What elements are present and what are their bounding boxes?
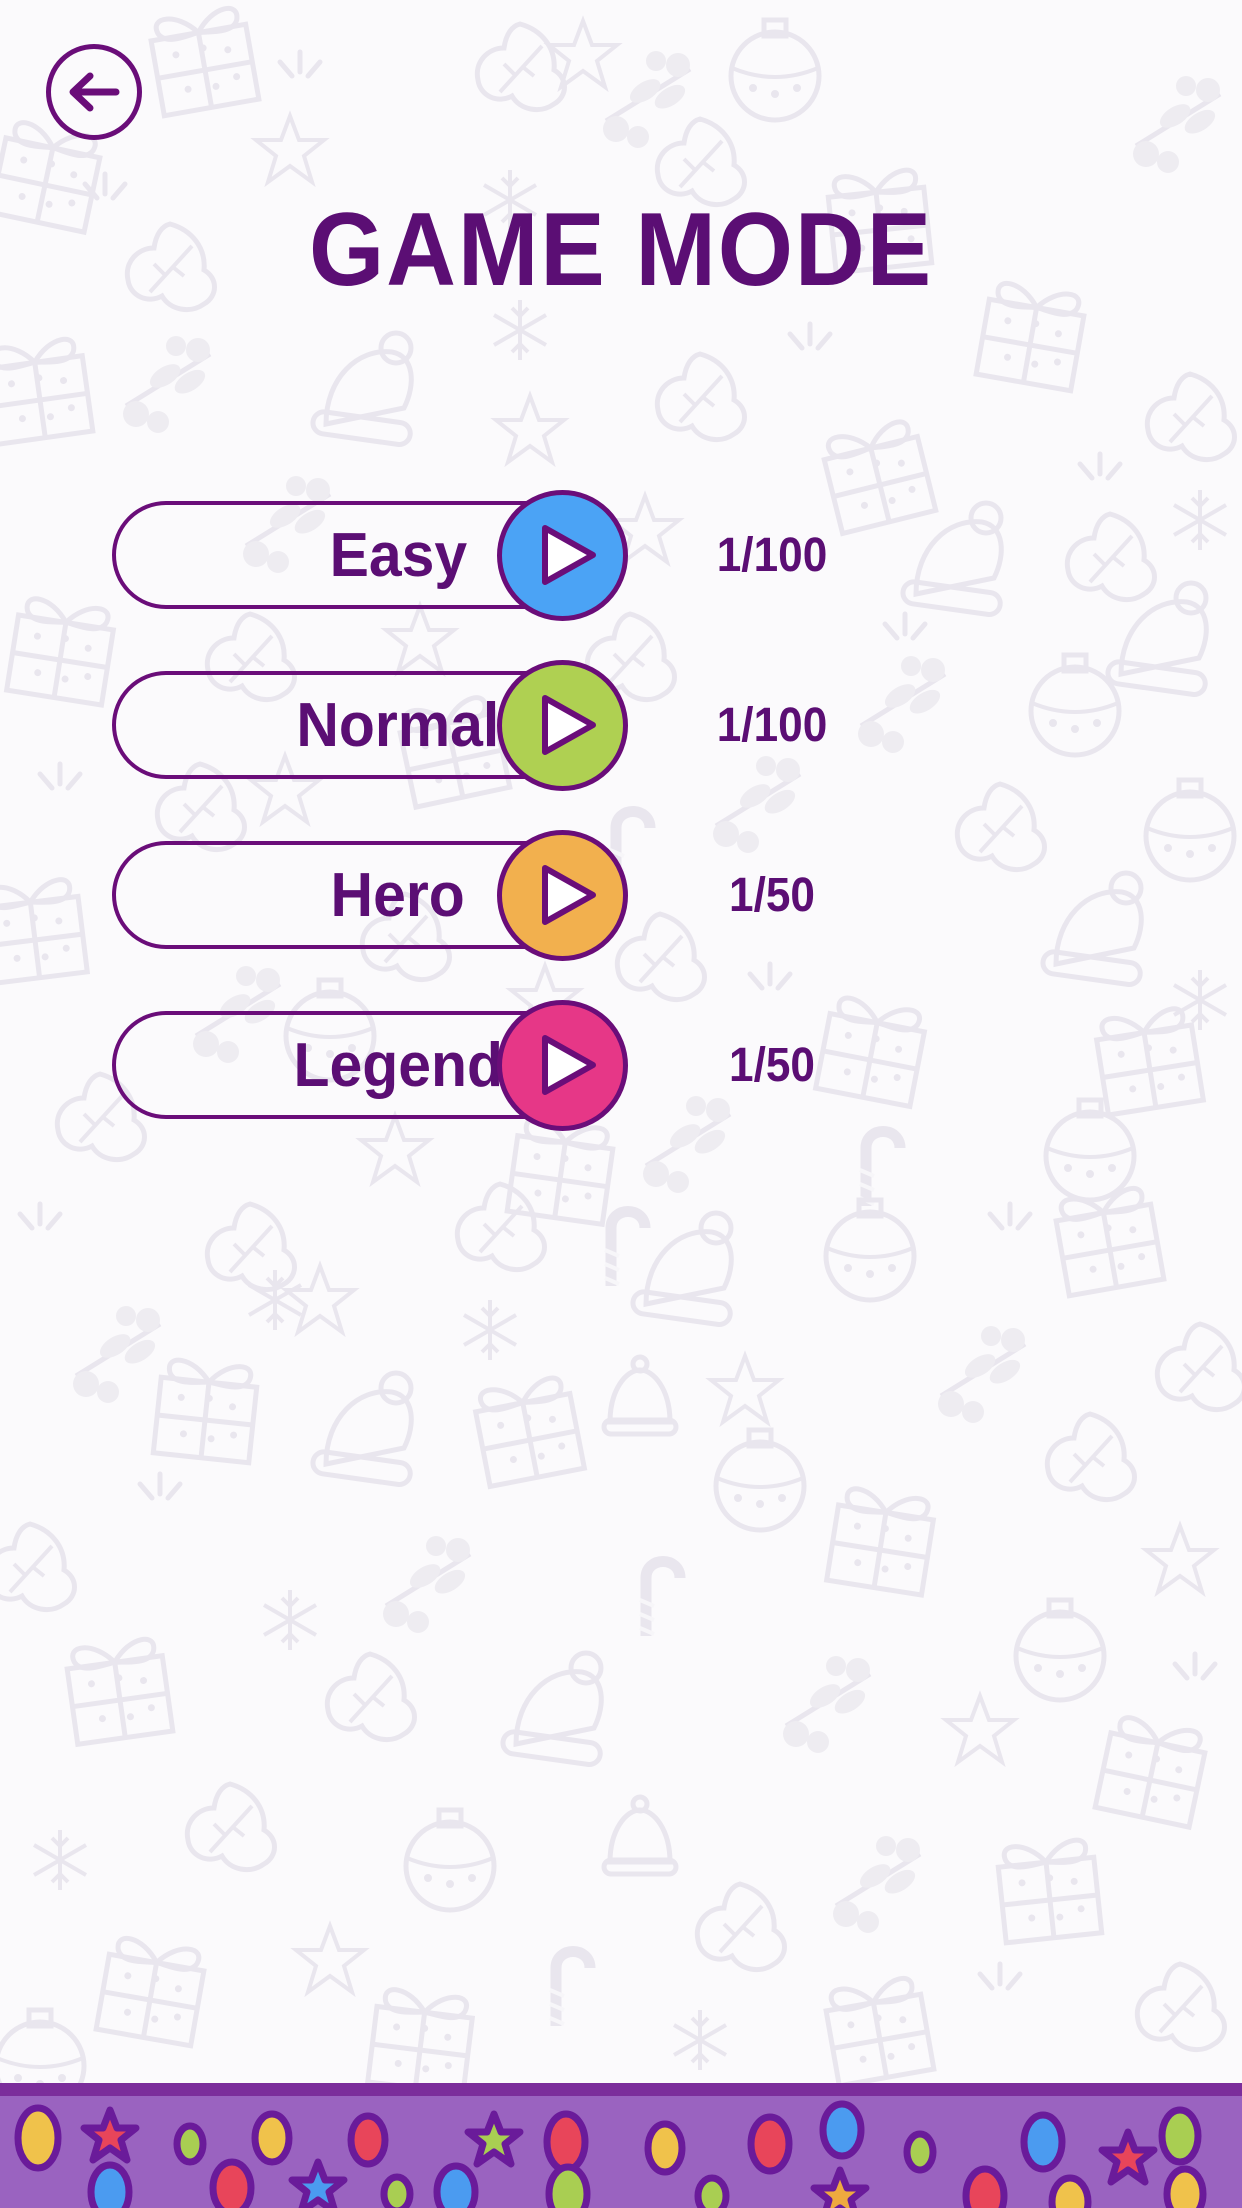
mode-label: Hero xyxy=(330,860,466,930)
play-button-normal[interactable] xyxy=(497,659,628,791)
mode-count: 1/50 xyxy=(729,1038,815,1092)
game-mode-list: Easy 1/100 Normal 1/100 Hero 1/50 Legend… xyxy=(0,470,1242,1150)
mode-label: Easy xyxy=(329,520,467,590)
play-icon xyxy=(541,865,596,925)
mode-count: 1/50 xyxy=(729,868,815,922)
back-button[interactable] xyxy=(46,44,142,140)
game-mode-screen: GAME MODE Easy 1/100 Normal 1/100 Hero 1… xyxy=(0,0,1242,2208)
mode-label: Normal xyxy=(296,690,500,760)
play-button-easy[interactable] xyxy=(497,489,628,621)
mode-row-easy: Easy 1/100 xyxy=(0,470,1242,640)
mode-count: 1/100 xyxy=(716,528,828,582)
play-icon xyxy=(541,695,596,755)
back-arrow-icon xyxy=(69,72,120,112)
play-button-legend[interactable] xyxy=(497,999,628,1131)
page-title: GAME MODE xyxy=(309,192,933,308)
play-icon xyxy=(541,525,596,585)
mode-count: 1/100 xyxy=(716,698,828,752)
mode-row-hero: Hero 1/50 xyxy=(0,810,1242,980)
footer-confetti-bar xyxy=(0,2083,1242,2208)
confetti-decoration xyxy=(14,2100,1207,2208)
mode-row-legend: Legend 1/50 xyxy=(0,980,1242,1150)
play-button-hero[interactable] xyxy=(497,829,628,961)
mode-label: Legend xyxy=(293,1030,503,1100)
mode-row-normal: Normal 1/100 xyxy=(0,640,1242,810)
play-icon xyxy=(541,1035,596,1095)
